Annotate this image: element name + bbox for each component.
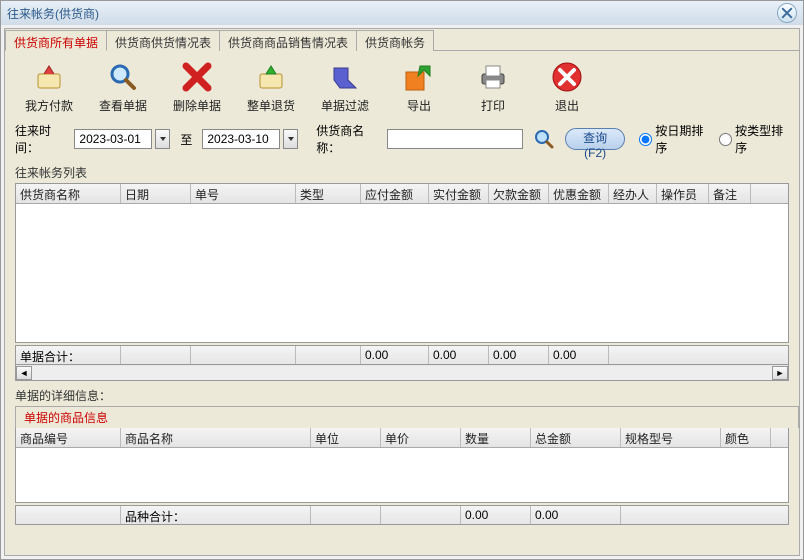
- totals2-c1: [311, 506, 381, 524]
- totals-bar-1: 单据合计： 0.00 0.00 0.00 0.00: [15, 345, 789, 365]
- totals2-blank: [16, 506, 121, 524]
- col-type[interactable]: 类型: [296, 184, 361, 203]
- col-paid[interactable]: 实付金额: [429, 184, 489, 203]
- sort-group: 按日期排序 按类型排序: [639, 122, 789, 156]
- titlebar: 往来帐务(供货商): [1, 1, 803, 25]
- window-title: 往来帐务(供货商): [7, 5, 99, 22]
- sort-by-type-radio[interactable]: 按类型排序: [719, 122, 789, 156]
- col-remark[interactable]: 备注: [709, 184, 751, 203]
- col-spec[interactable]: 规格型号: [621, 428, 721, 447]
- search-icon[interactable]: [533, 127, 555, 151]
- pay-icon: [31, 59, 67, 95]
- exit-icon: [549, 59, 585, 95]
- filter-icon: [327, 59, 363, 95]
- totals2-total: 0.00: [531, 506, 621, 524]
- col-billno[interactable]: 单号: [191, 184, 296, 203]
- chevron-down-icon: [287, 135, 295, 143]
- totals1-owed: 0.00: [489, 346, 549, 364]
- export-label: 导出: [407, 97, 431, 114]
- list-section-title: 往来帐务列表: [5, 162, 799, 181]
- totals2-qty: 0.00: [461, 506, 531, 524]
- filter-bar: 往来时间： 至 供货商名称： 查询(F2) 按日期排序 按类型排序: [5, 118, 799, 162]
- main-panel: 供货商所有单据 供货商供货情况表 供货商商品销售情况表 供货商帐务 我方付款 查…: [4, 28, 800, 556]
- goods-grid[interactable]: 商品编号 商品名称 单位 单价 数量 总金额 规格型号 颜色: [15, 427, 789, 503]
- totals1-c1: [121, 346, 191, 364]
- tab-supply-status[interactable]: 供货商供货情况表: [106, 30, 220, 51]
- totals2-c2: [381, 506, 461, 524]
- view-button[interactable]: 查看单据: [95, 59, 151, 114]
- supplier-label: 供货商名称：: [316, 122, 382, 156]
- supplier-name-input[interactable]: [387, 129, 523, 149]
- col-handler[interactable]: 经办人: [609, 184, 657, 203]
- close-icon: [781, 7, 793, 19]
- pay-button[interactable]: 我方付款: [21, 59, 77, 114]
- h-scrollbar[interactable]: ◄ ►: [15, 365, 789, 381]
- time-label: 往来时间：: [15, 122, 70, 156]
- col-payable[interactable]: 应付金额: [361, 184, 429, 203]
- totals1-payable: 0.00: [361, 346, 429, 364]
- toolbar: 我方付款 查看单据 删除单据 整单退货 单据过滤 导出: [5, 51, 799, 118]
- magnifier-icon: [105, 59, 141, 95]
- totals-bar-2: 品种合计： 0.00 0.00: [15, 505, 789, 525]
- to-label: 至: [180, 131, 192, 148]
- totals1-discount: 0.00: [549, 346, 609, 364]
- date-to-input[interactable]: [202, 129, 280, 149]
- app-window: 往来帐务(供货商) 供货商所有单据 供货商供货情况表 供货商商品销售情况表 供货…: [0, 0, 804, 560]
- delete-button[interactable]: 删除单据: [169, 59, 225, 114]
- totals2-label: 品种合计：: [121, 506, 311, 524]
- return-label: 整单退货: [247, 97, 295, 114]
- col-color[interactable]: 颜色: [721, 428, 771, 447]
- sort-by-date-radio[interactable]: 按日期排序: [639, 122, 709, 156]
- export-button[interactable]: 导出: [391, 59, 447, 114]
- cross-icon: [179, 59, 215, 95]
- col-owed[interactable]: 欠款金额: [489, 184, 549, 203]
- print-button[interactable]: 打印: [465, 59, 521, 114]
- query-button[interactable]: 查询(F2): [565, 128, 625, 150]
- view-label: 查看单据: [99, 97, 147, 114]
- grid1-header: 供货商名称 日期 单号 类型 应付金额 实付金额 欠款金额 优惠金额 经办人 操…: [16, 184, 788, 204]
- filter-label: 单据过滤: [321, 97, 369, 114]
- tab-accounts[interactable]: 供货商帐务: [356, 30, 434, 51]
- col-total[interactable]: 总金额: [531, 428, 621, 447]
- col-operator[interactable]: 操作员: [657, 184, 709, 203]
- col-qty[interactable]: 数量: [461, 428, 531, 447]
- col-supplier[interactable]: 供货商名称: [16, 184, 121, 203]
- return-icon: [253, 59, 289, 95]
- return-button[interactable]: 整单退货: [243, 59, 299, 114]
- date-to-dropdown[interactable]: [283, 129, 298, 149]
- detail-label: 单据的详细信息：: [5, 381, 799, 406]
- scroll-track[interactable]: [32, 366, 772, 380]
- transaction-grid[interactable]: 供货商名称 日期 单号 类型 应付金额 实付金额 欠款金额 优惠金额 经办人 操…: [15, 183, 789, 343]
- exit-button[interactable]: 退出: [539, 59, 595, 114]
- scroll-right-button[interactable]: ►: [772, 366, 788, 380]
- tab-sales-status[interactable]: 供货商商品销售情况表: [219, 30, 357, 51]
- col-goods-id[interactable]: 商品编号: [16, 428, 121, 447]
- pay-label: 我方付款: [25, 97, 73, 114]
- tab-all-bills[interactable]: 供货商所有单据: [5, 30, 107, 51]
- totals1-label: 单据合计：: [16, 346, 121, 364]
- subtab-goods-info[interactable]: 单据的商品信息: [15, 406, 799, 428]
- delete-label: 删除单据: [173, 97, 221, 114]
- filter-button[interactable]: 单据过滤: [317, 59, 373, 114]
- grid2-header: 商品编号 商品名称 单位 单价 数量 总金额 规格型号 颜色: [16, 428, 788, 448]
- export-icon: [401, 59, 437, 95]
- chevron-down-icon: [159, 135, 167, 143]
- print-icon: [475, 59, 511, 95]
- col-price[interactable]: 单价: [381, 428, 461, 447]
- close-button[interactable]: [777, 3, 797, 23]
- exit-label: 退出: [555, 97, 579, 114]
- col-goods-name[interactable]: 商品名称: [121, 428, 311, 447]
- scroll-left-button[interactable]: ◄: [16, 366, 32, 380]
- totals1-c2: [191, 346, 296, 364]
- date-from-input[interactable]: [74, 129, 152, 149]
- tab-bar: 供货商所有单据 供货商供货情况表 供货商商品销售情况表 供货商帐务: [5, 29, 799, 51]
- totals1-paid: 0.00: [429, 346, 489, 364]
- col-date[interactable]: 日期: [121, 184, 191, 203]
- col-unit[interactable]: 单位: [311, 428, 381, 447]
- totals1-c3: [296, 346, 361, 364]
- col-discount[interactable]: 优惠金额: [549, 184, 609, 203]
- print-label: 打印: [481, 97, 505, 114]
- date-from-dropdown[interactable]: [155, 129, 170, 149]
